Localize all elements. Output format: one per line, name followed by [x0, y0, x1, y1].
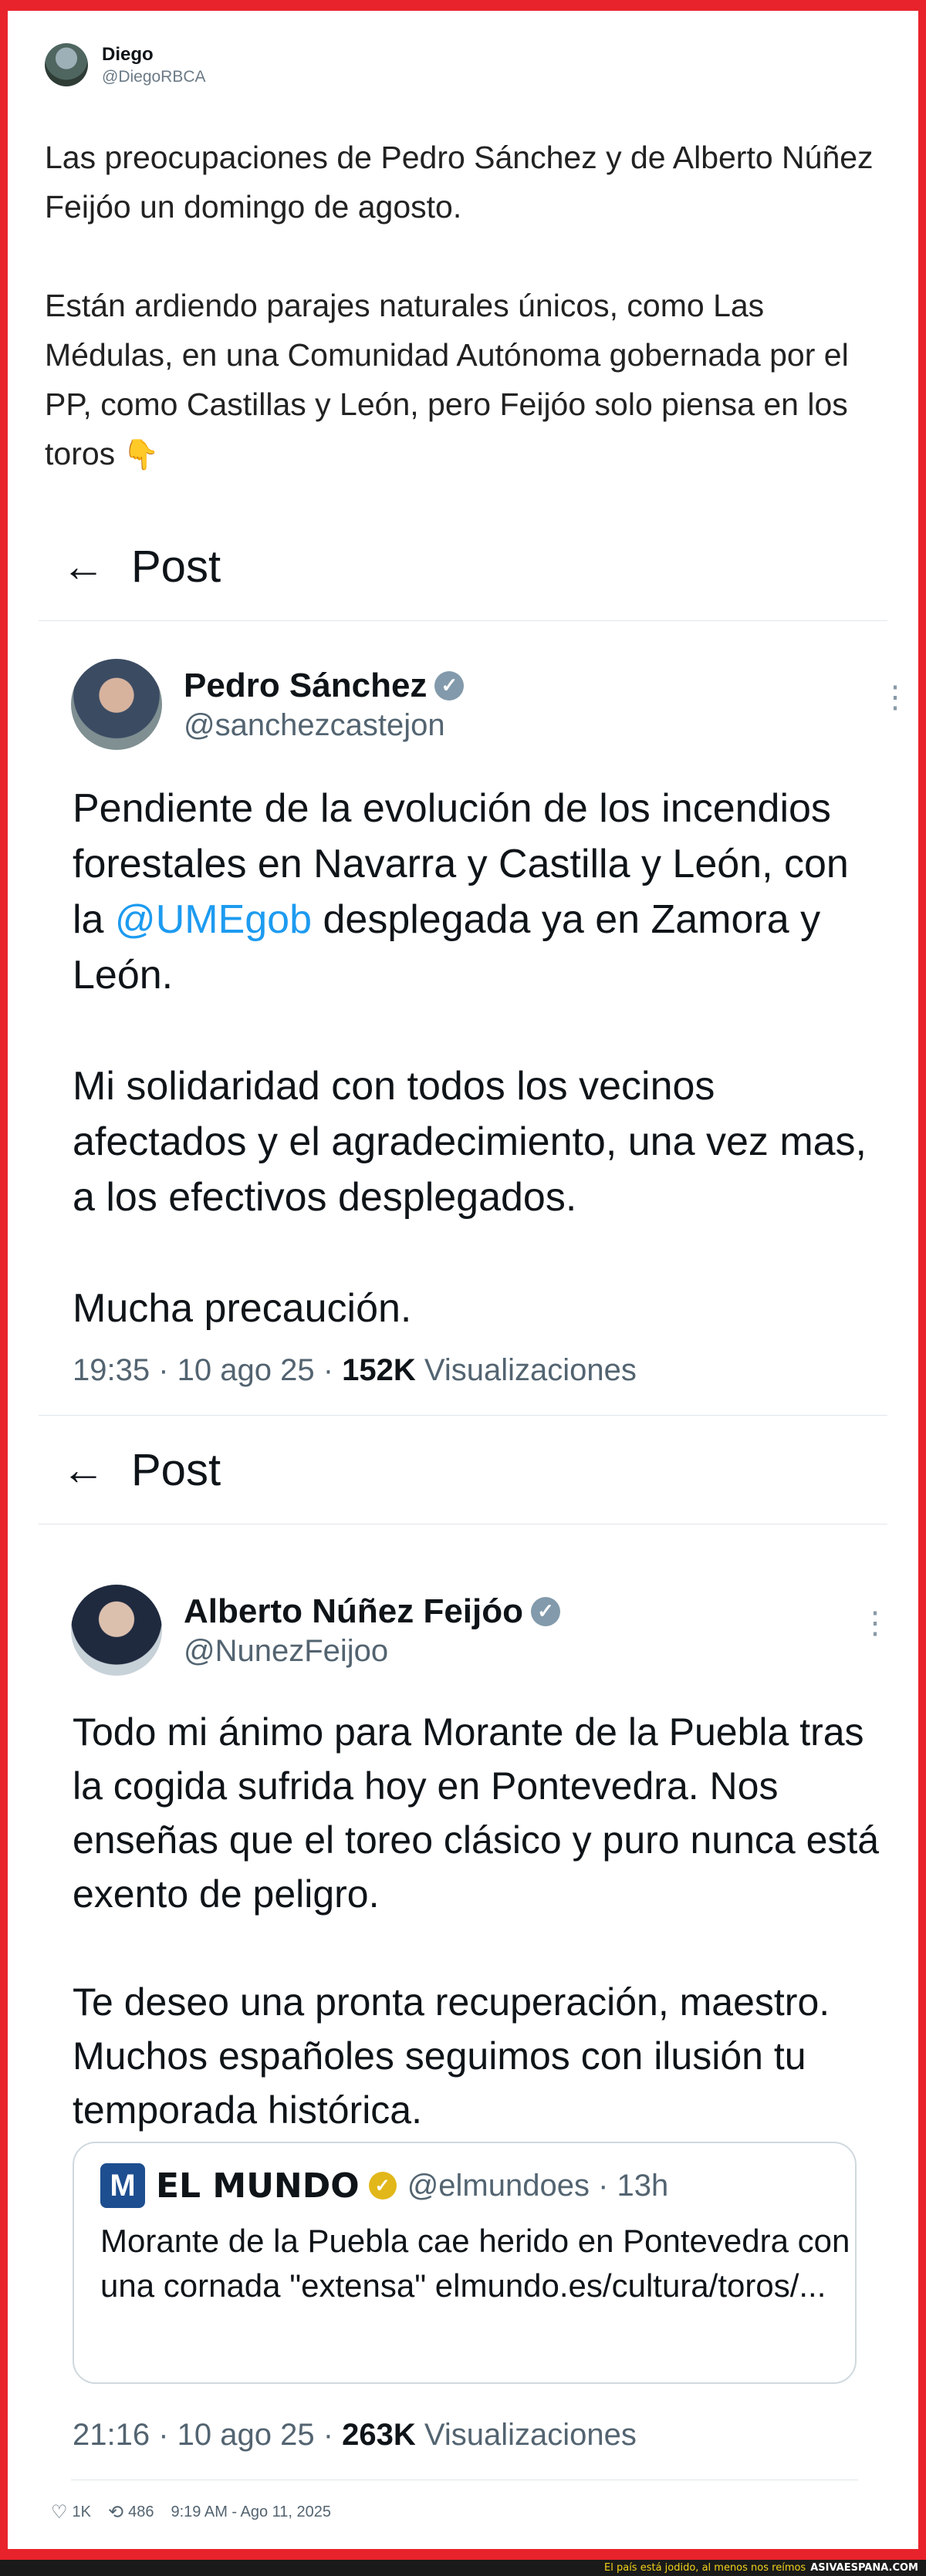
quoted-post-text: Morante de la Puebla cae herido en Ponte… [100, 2223, 850, 2304]
outer-tweet-header: Diego @DiegoRBCA [45, 43, 206, 86]
verified-gold-badge-icon: ✓ [368, 2172, 397, 2200]
verified-badge-icon: ✓ [434, 670, 465, 701]
views-label: Visualizaciones [415, 2418, 637, 2452]
post-author: Pedro Sánchez ✓ @sanchezcastejon [71, 659, 465, 750]
post-author: Alberto Núñez Feijóo ✓ @NunezFeijoo [71, 1585, 560, 1676]
avatar[interactable] [45, 43, 88, 86]
pointing-down-icon: 👇 [123, 439, 160, 471]
author-handle[interactable]: @DiegoRBCA [102, 68, 206, 86]
post-meta: 19:35 · 10 ago 25 · 152K Visualizaciones [73, 1353, 637, 1388]
post-paragraph: Te deseo una pronta recuperación, maestr… [73, 1980, 830, 2132]
footer-brand-link[interactable]: ASIVAESPANA.COM [810, 2562, 918, 2574]
el-mundo-logo-icon: M [100, 2163, 145, 2208]
back-arrow-icon[interactable]: ← [62, 1448, 105, 1491]
post-body: Todo mi ánimo para Morante de la Puebla … [73, 1705, 883, 2137]
avatar[interactable] [71, 659, 162, 750]
post-time[interactable]: 21:16 · 10 ago 25 · [73, 2418, 342, 2452]
site-footer: El país está jodido, al menos nos reímos… [0, 2560, 926, 2576]
quoted-post-card[interactable]: M EL MUNDO ✓ @elmundoes · 13h Morante de… [73, 2142, 857, 2384]
avatar[interactable] [71, 1585, 162, 1676]
divider [39, 620, 887, 621]
post-header: ← Post [39, 512, 887, 620]
post-time[interactable]: 19:35 · 10 ago 25 · [73, 1353, 342, 1387]
tweet-paragraph: Las preocupaciones de Pedro Sánchez y de… [45, 140, 874, 225]
likes-count: 1K [72, 2503, 91, 2520]
back-arrow-icon[interactable]: ← [62, 545, 105, 588]
post-header-title: Post [131, 541, 221, 592]
author-handle[interactable]: @sanchezcastejon [184, 708, 464, 743]
verified-badge-icon: ✓ [531, 1596, 560, 1626]
author-name[interactable]: Pedro Sánchez [184, 667, 427, 705]
quoted-author-handle: @elmundoes · 13h [407, 2168, 669, 2203]
screenshot-frame: Diego @DiegoRBCA Las preocupaciones de P… [8, 11, 918, 2549]
tweet-paragraph-text: Están ardiendo parajes naturales únicos,… [45, 288, 849, 471]
post-paragraph: Todo mi ánimo para Morante de la Puebla … [73, 1710, 880, 1916]
retweets-count: 486 [128, 2503, 154, 2520]
retweet-icon[interactable]: ⟲ [108, 2501, 123, 2524]
embedded-post-sanchez: ← Post [39, 512, 887, 621]
outer-tweet-stats: ♡ 1K ⟲ 486 9:19 AM - Ago 11, 2025 [51, 2501, 336, 2524]
views-label: Visualizaciones [415, 1353, 637, 1387]
quoted-author-name: EL MUNDO [156, 2166, 360, 2206]
footer-caption: El país está jodido, al menos nos reímos [604, 2562, 806, 2574]
tweet-paragraph: Están ardiendo parajes naturales únicos,… [45, 281, 886, 480]
author-name[interactable]: Alberto Núñez Feijóo [184, 1592, 523, 1631]
outer-tweet-text: Las preocupaciones de Pedro Sánchez y de… [45, 133, 886, 480]
tweet-timestamp[interactable]: 9:19 AM - Ago 11, 2025 [171, 2503, 331, 2521]
post-paragraph: Mi solidaridad con todos los vecinos afe… [73, 1064, 867, 1220]
post-body: Pendiente de la evolución de los incendi… [73, 781, 883, 1336]
views-count: 152K [342, 1353, 416, 1387]
quoted-post-header: M EL MUNDO ✓ @elmundoes · 13h [100, 2163, 829, 2208]
post-header: ← Post [39, 1416, 887, 1524]
heart-icon[interactable]: ♡ [51, 2501, 68, 2524]
mention-link[interactable]: @UMEgob [115, 897, 312, 942]
more-options-icon[interactable]: ⋮ [860, 1608, 891, 1639]
post-header-title: Post [131, 1444, 221, 1495]
post-paragraph: Pendiente de la evolución de los incendi… [73, 781, 883, 1003]
author-name[interactable]: Diego [102, 44, 206, 66]
post-meta: 21:16 · 10 ago 25 · 263K Visualizaciones [73, 2418, 637, 2453]
author-handle[interactable]: @NunezFeijoo [184, 1634, 560, 1669]
more-options-icon[interactable]: ⋮ [880, 682, 911, 713]
post-paragraph: Mucha precaución. [73, 1286, 412, 1331]
views-count: 263K [342, 2418, 416, 2452]
embedded-post-feijoo: ← Post [39, 1415, 887, 1524]
